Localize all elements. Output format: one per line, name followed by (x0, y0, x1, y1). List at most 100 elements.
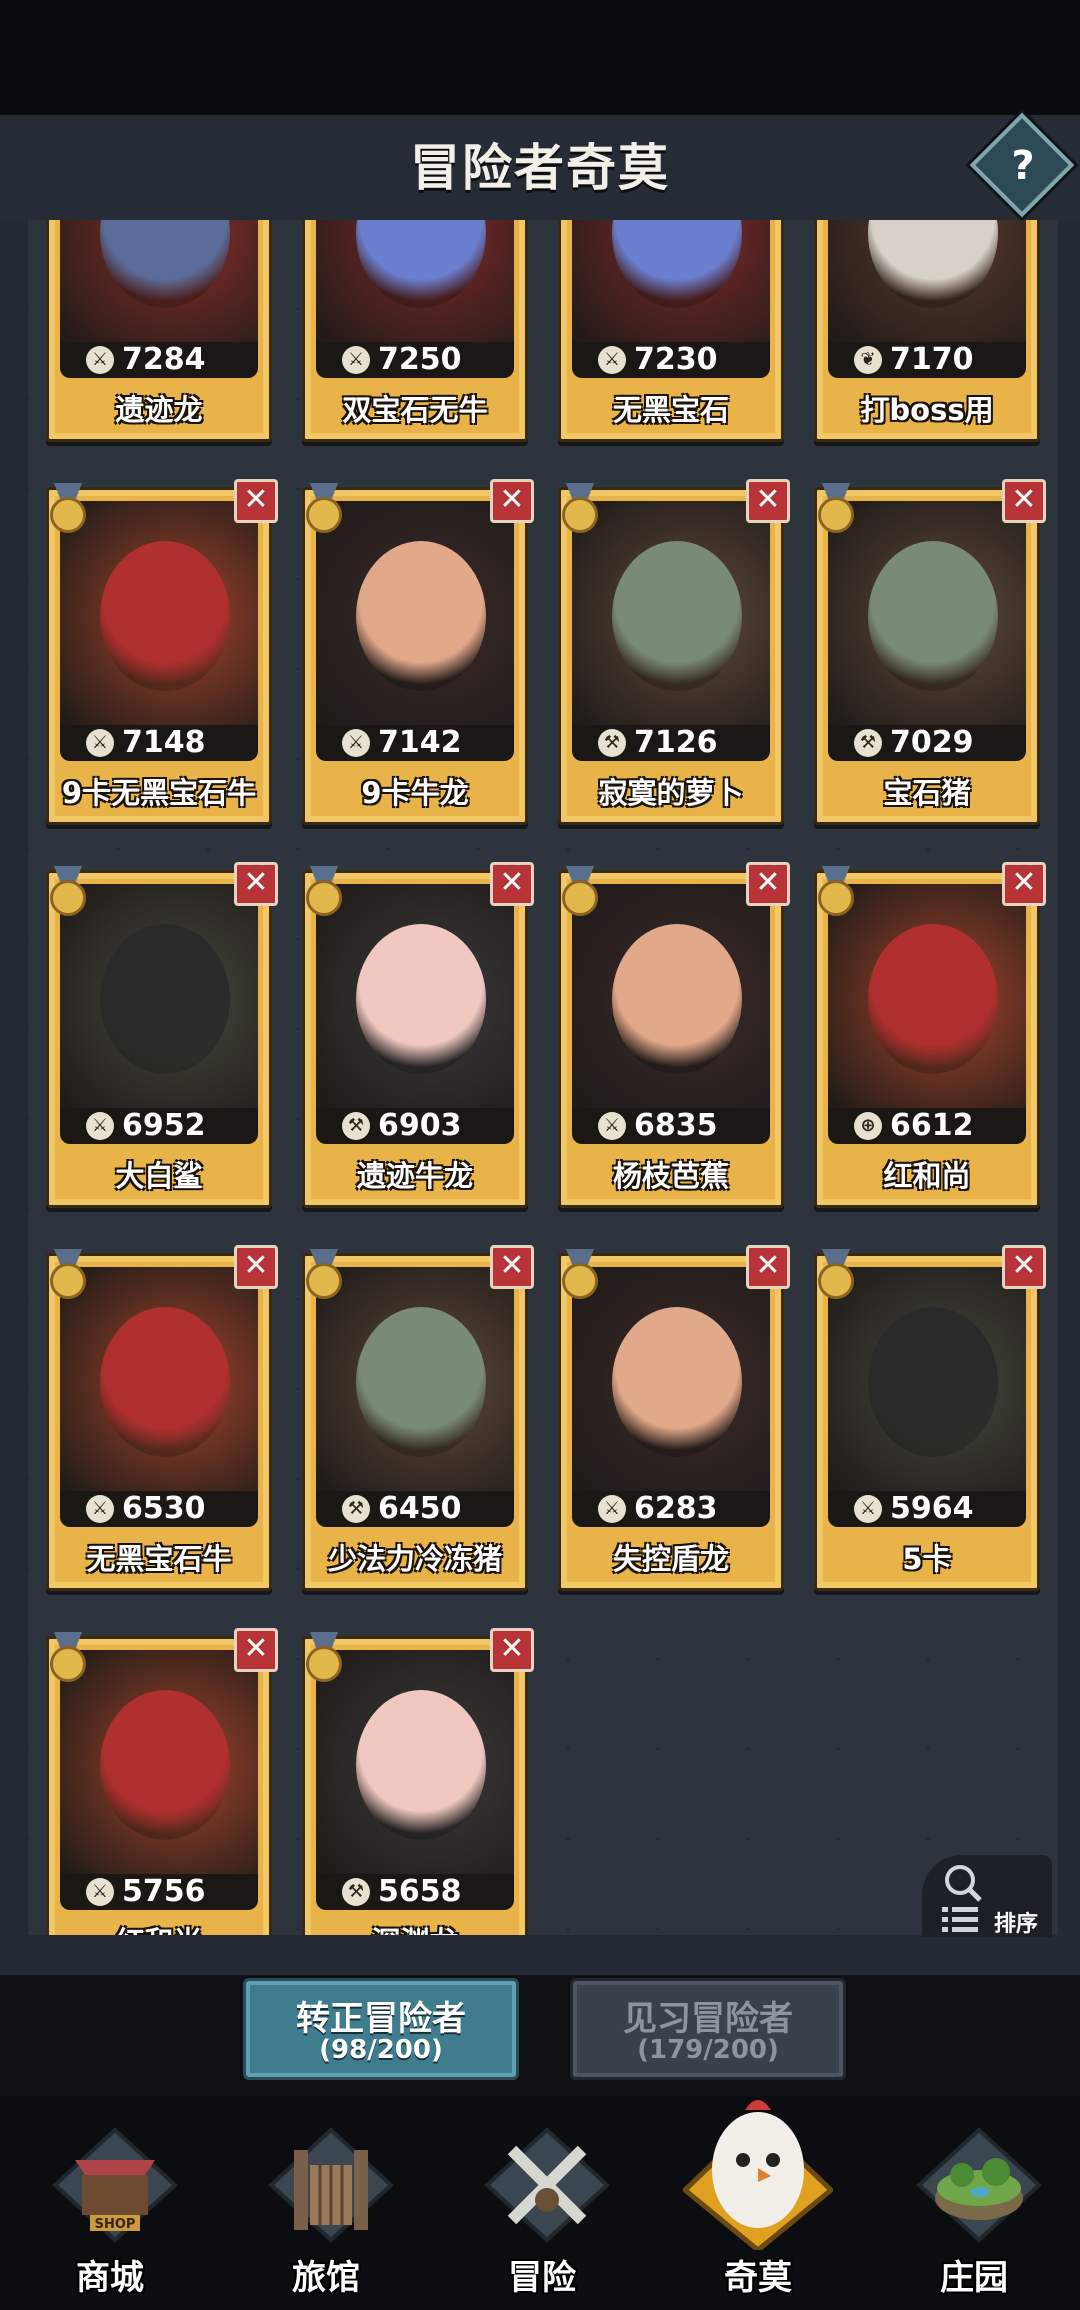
magnifier-icon[interactable] (940, 1862, 986, 1908)
sword-icon: ⚔ (854, 1495, 882, 1523)
power-value: 6952 (122, 1108, 206, 1143)
character-figure (100, 1307, 230, 1457)
adventurer-portrait (316, 1267, 514, 1525)
remove-button[interactable]: ✕ (1002, 479, 1046, 523)
adventurer-card[interactable]: ⚔ 5756 红和尚 ✕ (46, 1628, 278, 1935)
sort-label[interactable]: 排序 (994, 1906, 1038, 1938)
power-value: 5964 (890, 1491, 974, 1526)
adventurer-name: 9卡无黑宝石牛 (61, 776, 257, 810)
adventurer-card[interactable]: ⚔ 6835 杨枝芭蕉 ✕ (558, 862, 790, 1208)
adventurer-portrait (60, 1267, 258, 1525)
hammer-icon: ⚒ (342, 1495, 370, 1523)
power-value: 5658 (378, 1874, 462, 1909)
adventurer-card[interactable]: ⊕ 6612 红和尚 ✕ (814, 862, 1046, 1208)
adventurer-name: 无黑宝石 (612, 393, 729, 427)
adventurer-card[interactable]: ❦ 7170 打boss用 (814, 220, 1040, 442)
adventurer-name: 打boss用 (860, 393, 994, 427)
power-value: 7142 (378, 725, 462, 760)
tab-regular-adventurers[interactable]: 转正冒险者 (98/200) (243, 1978, 519, 2080)
adventurer-portrait (572, 1267, 770, 1525)
page-title: 冒险者奇莫 (410, 139, 670, 197)
adventurer-name: 无黑宝石牛 (86, 1542, 232, 1576)
tab-label: 见习冒险者 (623, 1999, 793, 2039)
adventurer-card[interactable]: ⚔ 7230 无黑宝石 (558, 220, 784, 442)
character-figure (612, 924, 742, 1074)
hammer-icon: ⚒ (342, 1878, 370, 1906)
adventurer-portrait (60, 884, 258, 1142)
character-figure (868, 541, 998, 691)
remove-button[interactable]: ✕ (490, 862, 534, 906)
adventurer-name: 宝石猪 (883, 776, 971, 810)
nav-shop[interactable]: SHOP 商城 (20, 2100, 200, 2310)
adventurer-name: 5卡 (902, 1542, 952, 1576)
power-value: 5756 (122, 1874, 206, 1909)
adventurer-card[interactable]: ⚔ 7284 遗迹龙 (46, 220, 272, 442)
remove-button[interactable]: ✕ (490, 1245, 534, 1289)
medal-icon (814, 866, 858, 922)
sword-icon: ⚔ (342, 729, 370, 757)
sword-icon: ⚔ (86, 1878, 114, 1906)
remove-button[interactable]: ✕ (234, 1628, 278, 1672)
adventurer-name: 失控盾龙 (612, 1542, 729, 1576)
adventurer-name: 遗迹牛龙 (356, 1159, 473, 1193)
adventurer-card[interactable]: ⚔ 6530 无黑宝石牛 ✕ (46, 1245, 278, 1591)
remove-button[interactable]: ✕ (746, 1245, 790, 1289)
nav-label: 奇莫 (724, 2258, 792, 2298)
power-value: 7250 (378, 342, 462, 377)
remove-button[interactable]: ✕ (490, 1628, 534, 1672)
medal-icon (302, 483, 346, 539)
adventurer-card[interactable]: ⚔ 6952 大白鲨 ✕ (46, 862, 278, 1208)
adventurer-card[interactable]: ⚒ 6903 遗迹牛龙 ✕ (302, 862, 534, 1208)
power-value: 6903 (378, 1108, 462, 1143)
adventurer-card[interactable]: ⚔ 5964 5卡 ✕ (814, 1245, 1046, 1591)
adventurer-name: 红和尚 (46, 1914, 272, 1935)
character-figure (100, 220, 230, 308)
power-value: 7029 (890, 725, 974, 760)
adventurer-card[interactable]: ⚒ 5658 深渊龙 ✕ (302, 1628, 534, 1935)
medal-icon (814, 1249, 858, 1305)
adventurer-card[interactable]: ⚔ 7142 9卡牛龙 ✕ (302, 479, 534, 825)
adventurer-portrait (828, 501, 1026, 759)
character-figure (100, 1690, 230, 1840)
remove-button[interactable]: ✕ (234, 862, 278, 906)
hammer-icon: ⚒ (342, 1112, 370, 1140)
sword-icon: ⚔ (598, 1112, 626, 1140)
list-icon[interactable] (942, 1905, 978, 1935)
adventurer-card[interactable]: ⚒ 6450 少法力冷冻猪 ✕ (302, 1245, 534, 1591)
adventurer-card[interactable]: ⚒ 7126 寂寞的萝卜 ✕ (558, 479, 790, 825)
remove-button[interactable]: ✕ (234, 479, 278, 523)
power-value: 6530 (122, 1491, 206, 1526)
remove-button[interactable]: ✕ (746, 862, 790, 906)
character-figure (868, 220, 998, 308)
adventurer-card[interactable]: ⚔ 7148 9卡无黑宝石牛 ✕ (46, 479, 278, 825)
adventurer-card[interactable]: ⚔ 7250 双宝石无牛 (302, 220, 528, 442)
tab-trainee-adventurers[interactable]: 见习冒险者 (179/200) (570, 1978, 846, 2080)
adventurer-name: 寂寞的萝卜 (598, 776, 744, 810)
nav-adventure[interactable]: 冒险 (452, 2100, 632, 2310)
nav-qimo[interactable]: 奇莫 (668, 2100, 848, 2310)
adventurer-portrait (828, 1267, 1026, 1525)
nav-manor[interactable]: 庄园 (884, 2100, 1064, 2310)
leaf-icon: ❦ (854, 346, 882, 374)
character-figure (356, 220, 486, 308)
character-figure (612, 1307, 742, 1457)
adventurer-card-grid[interactable]: ⚔ 7284 遗迹龙 ⚔ 7250 双宝石无牛 ⚔ 7230 无黑宝石 ❦ 7170 打boss用 ⚔ 7… (28, 220, 1058, 1935)
remove-button[interactable]: ✕ (490, 479, 534, 523)
character-figure (100, 924, 230, 1074)
target-icon: ⊕ (854, 1112, 882, 1140)
remove-button[interactable]: ✕ (1002, 1245, 1046, 1289)
adventurer-card[interactable]: ⚔ 6283 失控盾龙 ✕ (558, 1245, 790, 1591)
remove-button[interactable]: ✕ (234, 1245, 278, 1289)
character-figure (356, 541, 486, 691)
adventurer-name: 杨枝芭蕉 (612, 1159, 729, 1193)
adventurer-card[interactable]: ⚒ 7029 宝石猪 ✕ (814, 479, 1046, 825)
medal-icon (46, 483, 90, 539)
remove-button[interactable]: ✕ (1002, 862, 1046, 906)
nav-label: 冒险 (508, 2258, 576, 2298)
nav-tavern[interactable]: 旅馆 (236, 2100, 416, 2310)
svg-text:SHOP: SHOP (95, 2217, 136, 2232)
question-icon[interactable]: ? (985, 128, 1061, 204)
character-figure (868, 1307, 998, 1457)
remove-button[interactable]: ✕ (746, 479, 790, 523)
adventurer-portrait (316, 1650, 514, 1908)
